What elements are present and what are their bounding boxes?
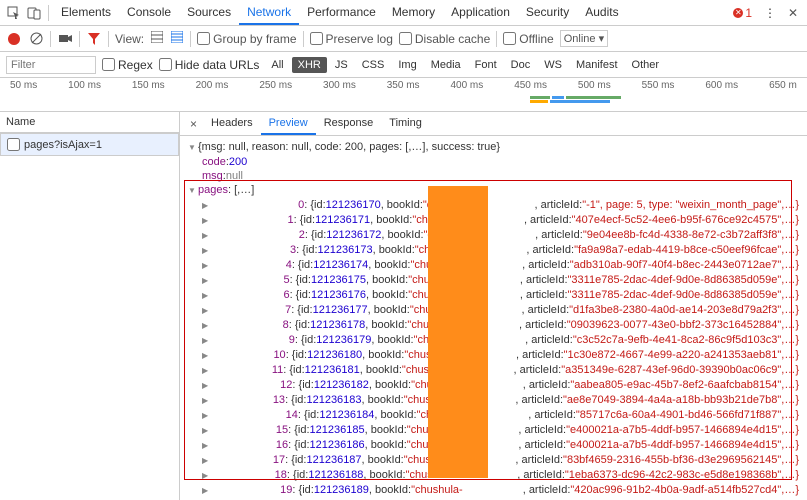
devtools-tab-security[interactable]: Security [518,1,577,25]
timeline-tick: 300 ms [323,80,356,91]
more-menu-icon[interactable]: ⋮ [758,6,783,20]
clear-icon[interactable] [28,31,44,47]
filter-type-js[interactable]: JS [329,57,354,73]
timeline-tick: 400 ms [450,80,483,91]
inspect-icon[interactable] [4,3,24,23]
disable-cache-checkbox[interactable]: Disable cache [399,32,490,46]
timeline-tick: 500 ms [578,80,611,91]
view-small-icon[interactable] [170,31,184,46]
json-line[interactable]: 11: {id: 121236181, bookId: "chushula-, … [188,363,799,378]
json-line[interactable]: pages: [,…] [188,183,799,198]
response-tab-headers[interactable]: Headers [203,113,261,135]
devtools-tab-memory[interactable]: Memory [384,1,443,25]
view-large-icon[interactable] [150,31,164,46]
json-line[interactable]: {msg: null, reason: null, code: 200, pag… [188,140,799,155]
json-line[interactable]: 18: {id: 121236188, bookId: "chushula-, … [188,468,799,483]
close-devtools-icon[interactable]: ✕ [783,3,803,23]
devtools-tab-console[interactable]: Console [119,1,179,25]
request-row[interactable]: pages?isAjax=1 [0,133,179,156]
response-tab-preview[interactable]: Preview [261,113,316,135]
filter-type-doc[interactable]: Doc [505,57,537,73]
regex-checkbox[interactable]: Regex [102,58,153,72]
timeline-tick: 200 ms [196,80,229,91]
json-line[interactable]: 1: {id: 121236171, bookId: "chushula-, a… [188,213,799,228]
group-by-frame-checkbox[interactable]: Group by frame [197,32,296,46]
devtools-tab-performance[interactable]: Performance [299,1,384,25]
view-label: View: [115,32,144,46]
json-line[interactable]: 9: {id: 121236179, bookId: "chushula-, a… [188,333,799,348]
hide-data-urls-checkbox[interactable]: Hide data URLs [159,58,260,72]
json-line[interactable]: 19: {id: 121236189, bookId: "chushula-, … [188,483,799,498]
record-button[interactable] [6,31,22,47]
timeline-tick: 250 ms [259,80,292,91]
preserve-log-checkbox[interactable]: Preserve log [310,32,393,46]
timeline-tick: 550 ms [642,80,675,91]
json-line[interactable]: 15: {id: 121236185, bookId: "chushula-, … [188,423,799,438]
timeline-tick: 600 ms [705,80,738,91]
filter-input[interactable] [6,56,96,74]
filter-type-font[interactable]: Font [469,57,503,73]
camera-icon[interactable] [57,31,73,47]
json-line[interactable]: 14: {id: 121236184, bookId: "chushula-, … [188,408,799,423]
json-line[interactable]: 16: {id: 121236186, bookId: "chushula-, … [188,438,799,453]
filter-type-media[interactable]: Media [425,57,467,73]
filter-type-css[interactable]: CSS [356,57,391,73]
close-preview-icon[interactable]: × [184,117,203,131]
json-line[interactable]: 3: {id: 121236173, bookId: "chushula-, a… [188,243,799,258]
filter-type-img[interactable]: Img [392,57,422,73]
throttle-select[interactable]: Online ▾ [560,30,608,47]
json-line[interactable]: 0: {id: 121236170, bookId: "chushula-, a… [188,198,799,213]
devtools-tab-audits[interactable]: Audits [577,1,626,25]
filter-type-ws[interactable]: WS [538,57,568,73]
error-count[interactable]: ✕1 [733,6,752,20]
response-tab-response[interactable]: Response [316,113,382,135]
devtools-tab-sources[interactable]: Sources [179,1,239,25]
timeline-tick: 450 ms [514,80,547,91]
json-line[interactable]: msg: null [188,169,799,183]
timeline-tick: 350 ms [387,80,420,91]
timeline-tick: 150 ms [132,80,165,91]
offline-checkbox[interactable]: Offline [503,32,553,46]
filter-type-all[interactable]: All [265,57,289,73]
json-line[interactable]: 5: {id: 121236175, bookId: "chushula-, a… [188,273,799,288]
json-line[interactable]: code: 200 [188,155,799,169]
filter-icon[interactable] [86,31,102,47]
filter-type-xhr[interactable]: XHR [292,57,327,73]
json-line[interactable]: 13: {id: 121236183, bookId: "chushula-, … [188,393,799,408]
devtools-tab-elements[interactable]: Elements [53,1,119,25]
filter-type-manifest[interactable]: Manifest [570,57,624,73]
devtools-tab-network[interactable]: Network [239,1,299,25]
json-line[interactable]: 6: {id: 121236176, bookId: "chushula-, a… [188,288,799,303]
name-column-header[interactable]: Name [0,112,179,133]
request-checkbox[interactable] [7,138,20,151]
timeline-tick: 50 ms [10,80,37,91]
json-line[interactable]: 8: {id: 121236178, bookId: "chushula-, a… [188,318,799,333]
response-tab-timing[interactable]: Timing [381,113,430,135]
devtools-tab-application[interactable]: Application [443,1,518,25]
timeline-tick: 650 m [769,80,797,91]
json-line[interactable]: 7: {id: 121236177, bookId: "chushula-, a… [188,303,799,318]
json-line[interactable]: 12: {id: 121236182, bookId: "chushula-, … [188,378,799,393]
device-toggle-icon[interactable] [24,3,44,23]
json-line[interactable]: 10: {id: 121236180, bookId: "chushula-, … [188,348,799,363]
json-line[interactable]: 2: {id: 121236172, bookId: "chushula-, a… [188,228,799,243]
timeline-tick: 100 ms [68,80,101,91]
json-line[interactable]: 17: {id: 121236187, bookId: "chushula-, … [188,453,799,468]
request-name: pages?isAjax=1 [24,139,102,151]
json-line[interactable]: 4: {id: 121236174, bookId: "chushula-, a… [188,258,799,273]
filter-type-other[interactable]: Other [626,57,666,73]
